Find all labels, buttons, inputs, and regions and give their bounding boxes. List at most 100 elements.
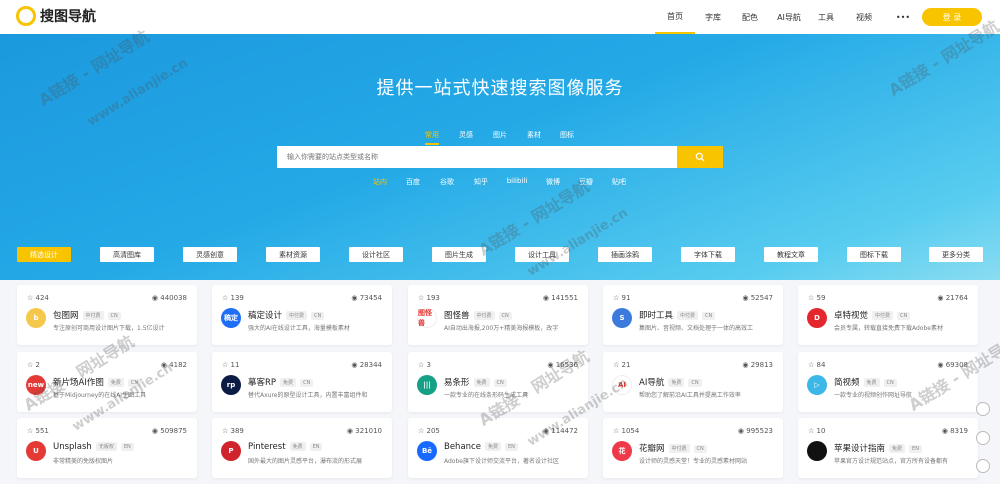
search-tab-materials[interactable]: 素材 — [527, 130, 541, 140]
site-card[interactable]: ☆ 193 ◉ 141551 图怪兽 图怪兽 中付费 CN AI自动出海报,200万+精美海… — [408, 285, 588, 345]
like-count[interactable]: ☆ 59 — [808, 294, 825, 302]
category-inspiration[interactable]: 灵感创意 — [183, 247, 237, 262]
site-description: 非常精美的免版权图片 — [53, 458, 114, 465]
like-count[interactable]: ☆ 139 — [222, 294, 244, 302]
site-name: 简视频 — [834, 378, 860, 388]
like-count[interactable]: ☆ 193 — [418, 294, 440, 302]
like-count-value: 1054 — [621, 427, 640, 435]
nav-video[interactable]: 视频 — [844, 0, 884, 34]
site-card[interactable]: ☆ 91 ◉ 52547 S 即时工具 中付费 CN 集图片、音视频、文档处理于一体的高效工 — [603, 285, 783, 345]
site-card[interactable]: ☆ 10 ◉ 8319 苹果设计指南 免费 EN 苹果官方设计规范站点，官方所有设备都有 — [798, 418, 978, 478]
view-count-value: 52547 — [750, 294, 773, 302]
site-name-row: AI导航 免费 CN — [639, 376, 702, 388]
site-card[interactable]: ☆ 424 ◉ 440038 b 包图网 中付费 CN 专注原创可商用设计图片下载，1.5亿… — [17, 285, 197, 345]
engine-site[interactable]: 站内 — [373, 177, 387, 187]
like-count[interactable]: ☆ 551 — [27, 427, 49, 435]
search-tab-icons[interactable]: 图标 — [560, 130, 574, 140]
category-more[interactable]: 更多分类 — [929, 247, 983, 262]
site-name: Unsplash — [53, 442, 92, 452]
more-menu-icon[interactable]: ••• — [883, 0, 923, 34]
engine-zhihu[interactable]: 知乎 — [474, 177, 488, 187]
like-count-value: 3 — [426, 361, 431, 369]
site-card[interactable]: ☆ 59 ◉ 21764 D 卓特视觉 中付费 CN 会员专属，转载直接免费下载Adobe素… — [798, 285, 978, 345]
site-card[interactable]: ☆ 11 ◉ 28344 rp 摹客RP 免费 CN 替代Axure的原型设计工具，内置丰富… — [212, 352, 392, 412]
engine-tieba[interactable]: 贴吧 — [612, 177, 626, 187]
view-count: ◉ 321010 — [346, 427, 382, 435]
like-count[interactable]: ☆ 2 — [27, 361, 40, 369]
site-logo-icon: P — [221, 441, 241, 461]
category-tutorials[interactable]: 教程文章 — [764, 247, 818, 262]
like-count[interactable]: ☆ 389 — [222, 427, 244, 435]
like-count[interactable]: ☆ 21 — [613, 361, 630, 369]
search-button[interactable] — [677, 146, 723, 168]
site-description: 帮助您了解前沿AI工具并提高工作效率 — [639, 392, 741, 399]
site-card[interactable]: ☆ 139 ◉ 73454 稿定 稿定设计 中付费 CN 强大的AI在线设计工具，海量模板素… — [212, 285, 392, 345]
engine-weibo[interactable]: 微博 — [546, 177, 560, 187]
category-icons[interactable]: 图标下载 — [847, 247, 901, 262]
site-name: 稿定设计 — [248, 311, 283, 321]
nav-fonts[interactable]: 字库 — [693, 0, 733, 34]
like-count[interactable]: ☆ 84 — [808, 361, 825, 369]
site-description: 集图片、音视频、文档处理于一体的高效工 — [639, 325, 754, 332]
engine-bilibili[interactable]: bilibili — [507, 177, 528, 185]
feedback-icon[interactable] — [976, 431, 990, 445]
nav-home[interactable]: 首页 — [655, 0, 695, 34]
site-logo-text: D — [814, 314, 820, 322]
site-name-row: 图怪兽 中付费 CN — [444, 309, 512, 321]
site-logo-icon: rp — [221, 375, 241, 395]
site-name: 苹果设计指南 — [834, 444, 886, 454]
nav-colors[interactable]: 配色 — [730, 0, 770, 34]
like-count-value: 551 — [35, 427, 49, 435]
like-count[interactable]: ☆ 3 — [418, 361, 431, 369]
like-count[interactable]: ☆ 91 — [613, 294, 630, 302]
search-icon — [695, 152, 705, 162]
help-icon[interactable] — [976, 459, 990, 473]
category-community[interactable]: 设计社区 — [349, 247, 403, 262]
region-tag: CN — [693, 444, 707, 453]
top-header: 搜图导航 首页 字库 配色 AI导航 工具 视频 ••• 登 录 — [0, 0, 1000, 34]
search-input[interactable] — [277, 146, 677, 168]
engine-google[interactable]: 谷歌 — [440, 177, 454, 187]
site-description: 替代Axure的原型设计工具，内置丰富组件和 — [248, 392, 368, 399]
price-tag: 免费 — [289, 442, 306, 451]
site-logo-text: Bē — [421, 447, 433, 455]
like-count[interactable]: ☆ 10 — [808, 427, 825, 435]
region-tag: CN — [897, 311, 911, 320]
site-name-row: Pinterest 免费 EN — [248, 442, 323, 452]
site-name: 摹客RP — [248, 378, 277, 388]
settings-icon[interactable] — [976, 402, 990, 416]
category-fonts[interactable]: 字体下载 — [681, 247, 735, 262]
site-logo-icon: Bē — [417, 441, 437, 461]
site-name-row: Unsplash 无版权 EN — [53, 442, 134, 452]
view-count-value: 73454 — [359, 294, 382, 302]
site-description: 强大的AI在线设计工具，海量模板素材 — [248, 325, 350, 332]
like-count-value: 205 — [426, 427, 440, 435]
search-tab-inspiration[interactable]: 灵感 — [459, 130, 473, 140]
category-featured[interactable]: 精选设计 — [17, 247, 71, 262]
category-hd-gallery[interactable]: 高清图库 — [100, 247, 154, 262]
search-tab-common[interactable]: 常用 — [425, 130, 439, 145]
site-card[interactable]: ☆ 389 ◉ 321010 P Pinterest 免费 EN 国外最大的图片灵感平台，瀑… — [212, 418, 392, 478]
site-card[interactable]: ☆ 1054 ◉ 995523 花 花瓣网 中付费 CN 设计师的灵感天堂！专业的灵感素材网… — [603, 418, 783, 478]
nav-ai[interactable]: AI导航 — [769, 0, 809, 34]
category-resources[interactable]: 素材资源 — [266, 247, 320, 262]
search-tab-images[interactable]: 图片 — [493, 130, 507, 140]
site-logo-icon: D — [807, 308, 827, 328]
like-count[interactable]: ☆ 11 — [222, 361, 239, 369]
view-count-value: 21764 — [945, 294, 968, 302]
category-illustration[interactable]: 插画涂鸦 — [598, 247, 652, 262]
logo[interactable]: 搜图导航 — [16, 6, 96, 26]
engine-baidu[interactable]: 百度 — [406, 177, 420, 187]
site-logo-text: 稿定 — [224, 314, 238, 322]
site-card[interactable]: ☆ 21 ◉ 29813 AI AI导航 免费 CN 帮助您了解前沿AI工具并提高工作效率 — [603, 352, 783, 412]
nav-tools[interactable]: 工具 — [806, 0, 846, 34]
site-description: 会员专属，转载直接免费下载Adobe素材 — [834, 325, 943, 332]
site-card[interactable]: ☆ 551 ◉ 509875 U Unsplash 无版权 EN 非常精美的免版权图片 — [17, 418, 197, 478]
like-count[interactable]: ☆ 1054 — [613, 427, 639, 435]
site-name-row: 包图网 中付费 CN — [53, 309, 121, 321]
site-logo-text: 花 — [618, 447, 626, 455]
view-count: ◉ 29813 — [742, 361, 773, 369]
like-count-value: 91 — [621, 294, 631, 302]
like-count[interactable]: ☆ 424 — [27, 294, 49, 302]
like-count[interactable]: ☆ 205 — [418, 427, 440, 435]
